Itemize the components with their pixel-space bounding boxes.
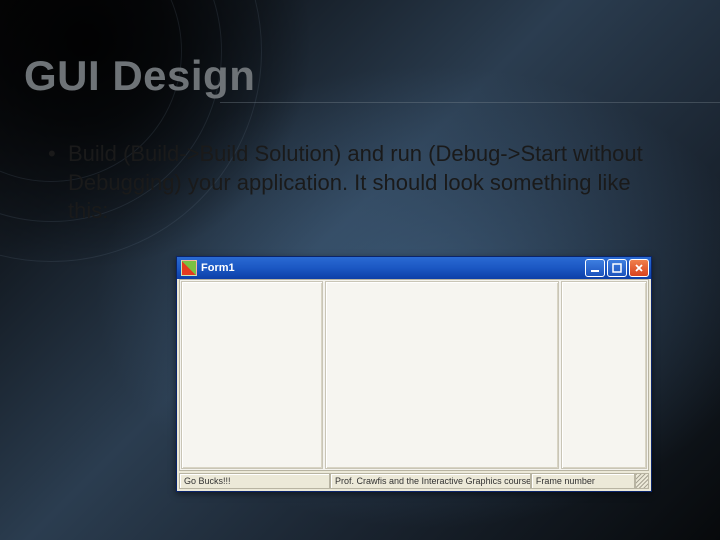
right-panel (561, 281, 647, 469)
close-button[interactable] (629, 259, 649, 277)
status-cell-right: Frame number (531, 473, 635, 489)
window-title: Form1 (201, 262, 235, 274)
center-panel (325, 281, 558, 469)
bullet-text: Build (Build->Build Solution) and run (D… (68, 140, 672, 226)
form1-window: Form1 (176, 256, 652, 492)
bullet-marker: • (48, 140, 68, 226)
maximize-button[interactable] (607, 259, 627, 277)
app-icon (181, 260, 197, 276)
title-underline (220, 102, 720, 103)
minimize-icon (590, 263, 600, 273)
client-area (179, 279, 649, 471)
maximize-icon (612, 263, 622, 273)
left-panel (181, 281, 323, 469)
close-icon (634, 263, 644, 273)
slide-body: • Build (Build->Build Solution) and run … (48, 140, 672, 226)
slide: GUI Design • Build (Build->Build Solutio… (0, 0, 720, 540)
slide-title: GUI Design (24, 52, 255, 100)
titlebar[interactable]: Form1 (177, 257, 651, 279)
status-cell-middle: Prof. Crawfis and the Interactive Graphi… (330, 473, 531, 489)
status-bar: Go Bucks!!! Prof. Crawfis and the Intera… (179, 473, 649, 489)
resize-grip-icon[interactable] (635, 473, 649, 489)
status-cell-left: Go Bucks!!! (179, 473, 330, 489)
bullet-item: • Build (Build->Build Solution) and run … (48, 140, 672, 226)
minimize-button[interactable] (585, 259, 605, 277)
